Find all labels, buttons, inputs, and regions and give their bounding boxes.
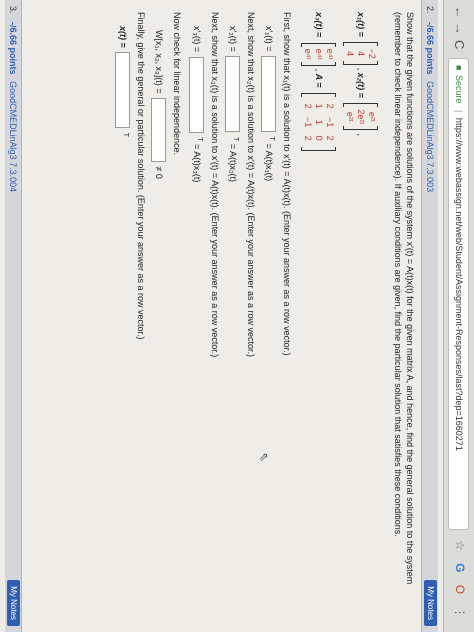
A-entry: 2 [303, 135, 313, 141]
x3-prime-answer-input[interactable] [189, 56, 204, 133]
A-entry: 2 [325, 103, 335, 109]
x1-entry: 4 [345, 51, 355, 57]
not-equal-zero: ≠ 0 [154, 166, 165, 179]
question-header: 2. -/6.66 points GoodCMEDLinAlg3 7.3.003… [421, 0, 438, 632]
answer-row-3: x′₃(t) = T = A(t)x₃(t) [189, 26, 204, 182]
next-question-source: GoodCMEDLinAlg3 7.3.004 [8, 81, 18, 193]
secure-label: Secure [454, 74, 464, 104]
x2-prime-answer-input[interactable] [225, 56, 240, 133]
browser-window: ← → C ■ Secure | https://www.webassign.n… [0, 0, 474, 632]
x2-vector: e²ᵗ 2e²ᵗ e²ᵗ [343, 103, 378, 131]
x-t-label: x(t) = [118, 26, 129, 48]
x3-vector: e⁴ᵗ e⁴ᵗ e⁴ᵗ [301, 42, 336, 66]
equals-A-x1: = A(t)x₁(t) [264, 143, 275, 182]
equals-A-x2: = A(t)x₂(t) [228, 143, 239, 183]
A-entry: 0 [314, 135, 324, 141]
solution-row: x(t) = T [115, 26, 130, 137]
question-points: -/6.66 points [425, 22, 435, 75]
A-matrix: 2 −1 2 1 1 0 2 −1 2 [301, 93, 336, 152]
answer-row-1: x′₁(t) = T = A(t)x₁(t) [261, 26, 276, 181]
x3-entry: e⁴ᵗ [314, 48, 324, 60]
question-source: GoodCMEDLinAlg3 7.3.003 [425, 81, 435, 193]
bookmark-star-icon[interactable]: ☆ [453, 540, 467, 551]
question-prompt: Show that the given functions are soluti… [393, 12, 415, 585]
A-entry: 2 [325, 135, 335, 141]
x1-label: x₁(t) = [356, 12, 367, 37]
x3-prime-label: x′₃(t) = [192, 26, 203, 53]
photo-background: ← → C ■ Secure | https://www.webassign.n… [0, 0, 474, 632]
next-question-header: 3. -/6.66 points GoodCMEDLinAlg3 7.3.004… [5, 0, 22, 632]
browser-toolbar: ← → C ■ Secure | https://www.webassign.n… [443, 0, 474, 632]
next-question-points: -/6.66 points [8, 22, 18, 75]
wronskian-row: W[x₁, x₂, x₃](t) = ≠ 0 [151, 30, 166, 179]
A-entry: −1 [325, 116, 335, 128]
vectors-row-2: x₃(t) = e⁴ᵗ e⁴ᵗ e⁴ᵗ , A = 2 −1 2 1 1 0 2… [301, 12, 336, 154]
x3-entry: e⁴ᵗ [303, 48, 313, 60]
x1-entry: 4 [356, 51, 366, 57]
first-instruction: First, show that x₁(t) is a solution to … [282, 12, 292, 356]
x1-prime-label: x′₁(t) = [264, 26, 275, 52]
my-notes-button[interactable]: My Notes [424, 580, 437, 626]
x2-entry: e²ᵗ [345, 111, 355, 122]
x2-prime-label: x′₂(t) = [228, 26, 239, 52]
next-my-notes-button[interactable]: My Notes [7, 580, 20, 626]
back-button[interactable]: ← [452, 6, 467, 19]
forward-button[interactable]: → [452, 22, 467, 35]
toolbar-icons: ☆ G O ⋮ [453, 540, 467, 627]
finally-text: Finally, give the general or particular … [136, 12, 146, 340]
wronskian-label: W[x₁, x₂, x₃](t) = [154, 30, 165, 94]
x2-label: x₂(t) = [356, 72, 367, 98]
A-entry: 1 [314, 119, 324, 125]
x1-prime-answer-input[interactable] [261, 56, 276, 132]
solution-input[interactable] [115, 52, 130, 129]
question-number: 2. [425, 6, 435, 14]
url-text: https://www.webassign.net/web/Student/As… [454, 117, 464, 451]
next-question-number: 3. [8, 6, 18, 14]
x1-entry: −2 [367, 48, 377, 59]
x2-entry: 2e²ᵗ [356, 109, 366, 125]
A-label: A = [314, 73, 325, 88]
transpose-mark: T [268, 136, 276, 141]
question-body: Show that the given functions are soluti… [386, 12, 416, 622]
menu-icon[interactable]: ⋮ [453, 606, 467, 618]
lock-icon: ■ [454, 65, 464, 71]
independence-text: Now check for linear independence. [172, 12, 182, 156]
x3-label: x₃(t) = [314, 12, 325, 38]
A-entry: 1 [314, 103, 324, 109]
A-entry: −1 [303, 116, 313, 128]
answer-row-2: x′₂(t) = T = A(t)x₂(t) [225, 26, 240, 182]
wronskian-input[interactable] [151, 97, 166, 162]
extension-o-icon[interactable]: O [453, 585, 467, 594]
mouse-cursor-icon: ⇖ [257, 452, 271, 463]
extension-g-icon[interactable]: G [453, 563, 467, 572]
next-instruction-3: Next, show that x₃(t) is a solution to x… [210, 12, 220, 358]
vectors-row-1: x₁(t) = −2 4 4 , x₂(t) = e²ᵗ 2e²ᵗ e²ᵗ , [343, 12, 378, 136]
transpose-mark: T [196, 137, 204, 142]
A-entry: 2 [303, 103, 313, 109]
next-instruction-2: Next, show that x₂(t) is a solution to x… [246, 12, 256, 358]
transpose-mark: T [232, 136, 240, 142]
equals-A-x3: = A(t)x₃(t) [192, 143, 203, 183]
x2-entry: e²ᵗ [367, 111, 377, 122]
x1-vector: −2 4 4 [343, 42, 378, 65]
x3-entry: e⁴ᵗ [325, 48, 335, 60]
separator: | [454, 110, 464, 113]
transpose-mark: T [122, 132, 130, 138]
address-bar[interactable]: ■ Secure | https://www.webassign.net/web… [448, 58, 469, 530]
reload-button[interactable]: C [452, 40, 467, 49]
